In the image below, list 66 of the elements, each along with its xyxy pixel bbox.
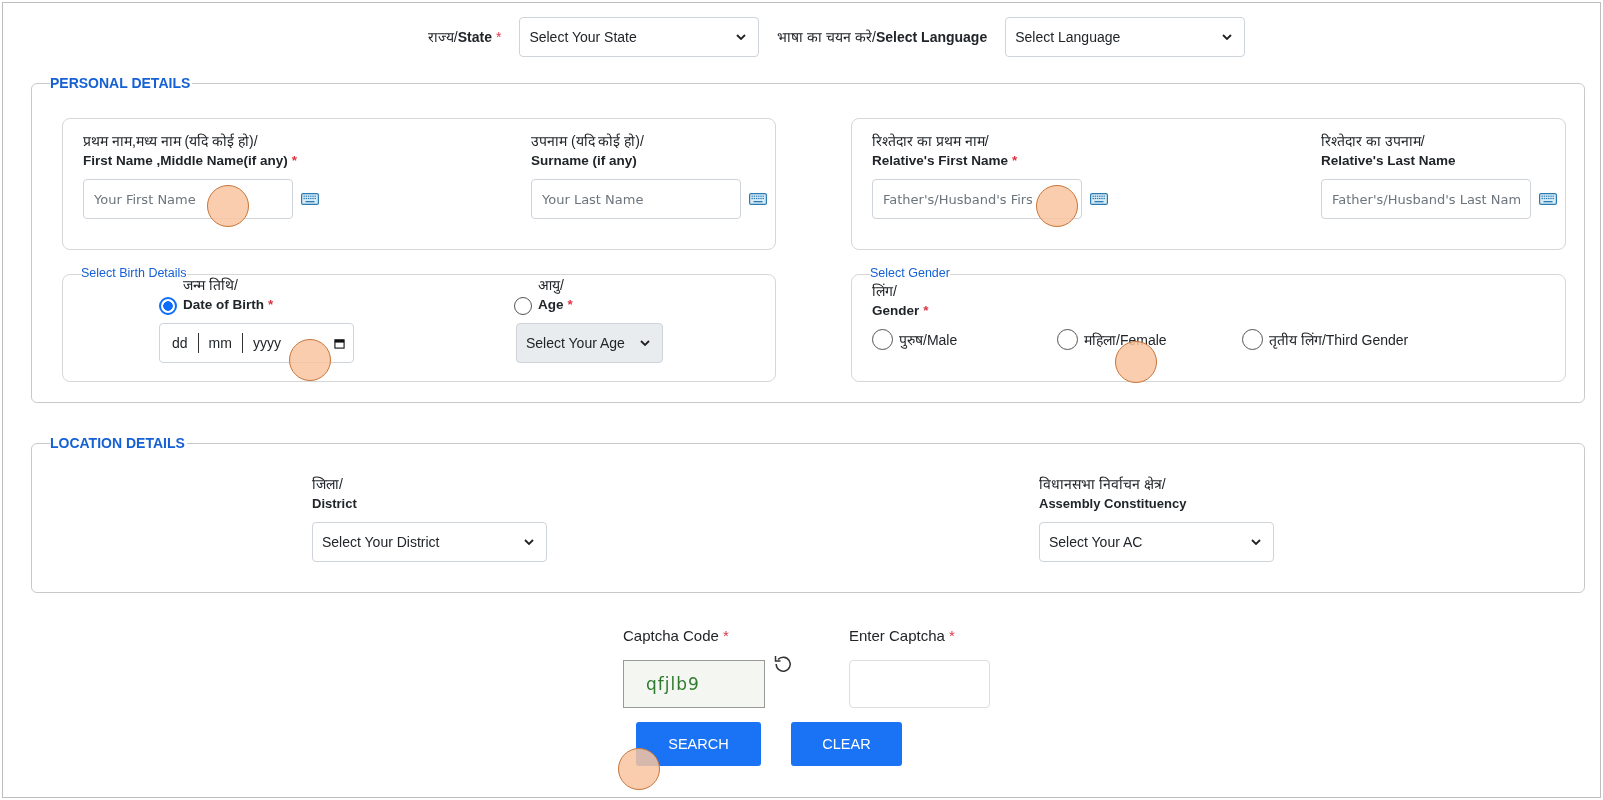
field-label: रिश्तेदार का उपनाम/ [1321, 132, 1426, 151]
field-label: राज्य/ [427, 29, 458, 45]
field-label: आयु/ [538, 276, 565, 295]
dropdown[interactable]: Select Language [1005, 17, 1246, 57]
captcha-image: qfjlb9 [623, 660, 765, 708]
click-marker [289, 339, 331, 381]
keyboard-icon[interactable] [1090, 193, 1108, 205]
caret-icon [640, 340, 650, 346]
field-label: जन्म तिथि/ [183, 277, 239, 295]
dropdown[interactable]: Select Your AC [1039, 522, 1274, 562]
group-title: Select Gender [870, 266, 950, 280]
field-label: Captcha Code [623, 627, 719, 644]
dropdown[interactable]: Select Your District [312, 522, 547, 562]
caret-icon [736, 34, 747, 40]
keyboard-icon[interactable] [1539, 193, 1557, 205]
field-label: Select Language [875, 29, 988, 45]
input-field[interactable] [849, 660, 990, 708]
field-label: State [457, 29, 492, 45]
field-label: लिंग/ [872, 282, 898, 301]
dropdown[interactable]: Select Your State [519, 17, 760, 57]
group-title: Select Birth Details [81, 266, 187, 280]
radio-button[interactable] [872, 329, 893, 350]
input-field[interactable]: Your Last Name [531, 179, 741, 219]
input-field[interactable]: Father's/Husband's Last Nam [1321, 179, 1531, 219]
required-mark: * [722, 627, 729, 644]
option-label: तृतीय लिंग/Third Gender [1269, 331, 1409, 349]
action-button[interactable]: CLEAR [791, 722, 902, 766]
required-mark: * [268, 297, 274, 312]
field-label: भाषा का चयन करे/ [777, 29, 876, 45]
required-mark: * [291, 153, 298, 168]
field-label: Gender [872, 303, 920, 318]
required-mark: * [495, 29, 502, 45]
field-label: उपनाम (यदि कोई हो)/ [531, 132, 645, 151]
option-label: पुरुष/Male [899, 331, 958, 349]
click-marker [618, 748, 660, 790]
required-mark: * [567, 297, 573, 312]
required-mark: * [923, 303, 929, 318]
refresh-icon[interactable] [773, 653, 793, 673]
radio-button[interactable] [1242, 329, 1263, 350]
option-label: महिला/Female [1084, 331, 1167, 349]
required-mark: * [948, 627, 955, 644]
field-label: Relative's First Name [872, 153, 1009, 168]
caret-icon [1251, 539, 1261, 545]
field-label: Surname (if any) [531, 153, 637, 168]
radio-button[interactable] [1057, 329, 1078, 350]
caret-icon [1222, 34, 1233, 40]
section-title: PERSONAL DETAILS [50, 75, 193, 91]
field-label: Assembly Constituency [1039, 496, 1187, 511]
caret-icon [524, 539, 534, 545]
field-label: First Name ,Middle Name(if any) [83, 153, 288, 168]
section-title: LOCATION DETAILS [50, 435, 187, 451]
field-label: प्रथम नाम,मध्य नाम (यदि कोई हो)/ [83, 132, 259, 151]
action-button[interactable]: SEARCH [636, 722, 761, 766]
field-label: Date of Birth [183, 297, 264, 312]
field-label: District [312, 496, 357, 511]
keyboard-icon[interactable] [749, 193, 767, 205]
radio-button[interactable] [159, 297, 177, 315]
field-label: Age [538, 297, 564, 312]
field-label: जिला/ [312, 475, 344, 494]
field-label: Relative's Last Name [1321, 153, 1456, 168]
field-label: रिश्तेदार का प्रथम नाम/ [872, 132, 990, 151]
required-mark: * [1012, 153, 1018, 168]
field-label: विधानसभा निर्वाचन क्षेत्र/ [1039, 475, 1167, 494]
field-label: Enter Captcha [849, 627, 945, 644]
calendar-icon[interactable] [334, 337, 345, 349]
keyboard-icon[interactable] [301, 193, 319, 205]
